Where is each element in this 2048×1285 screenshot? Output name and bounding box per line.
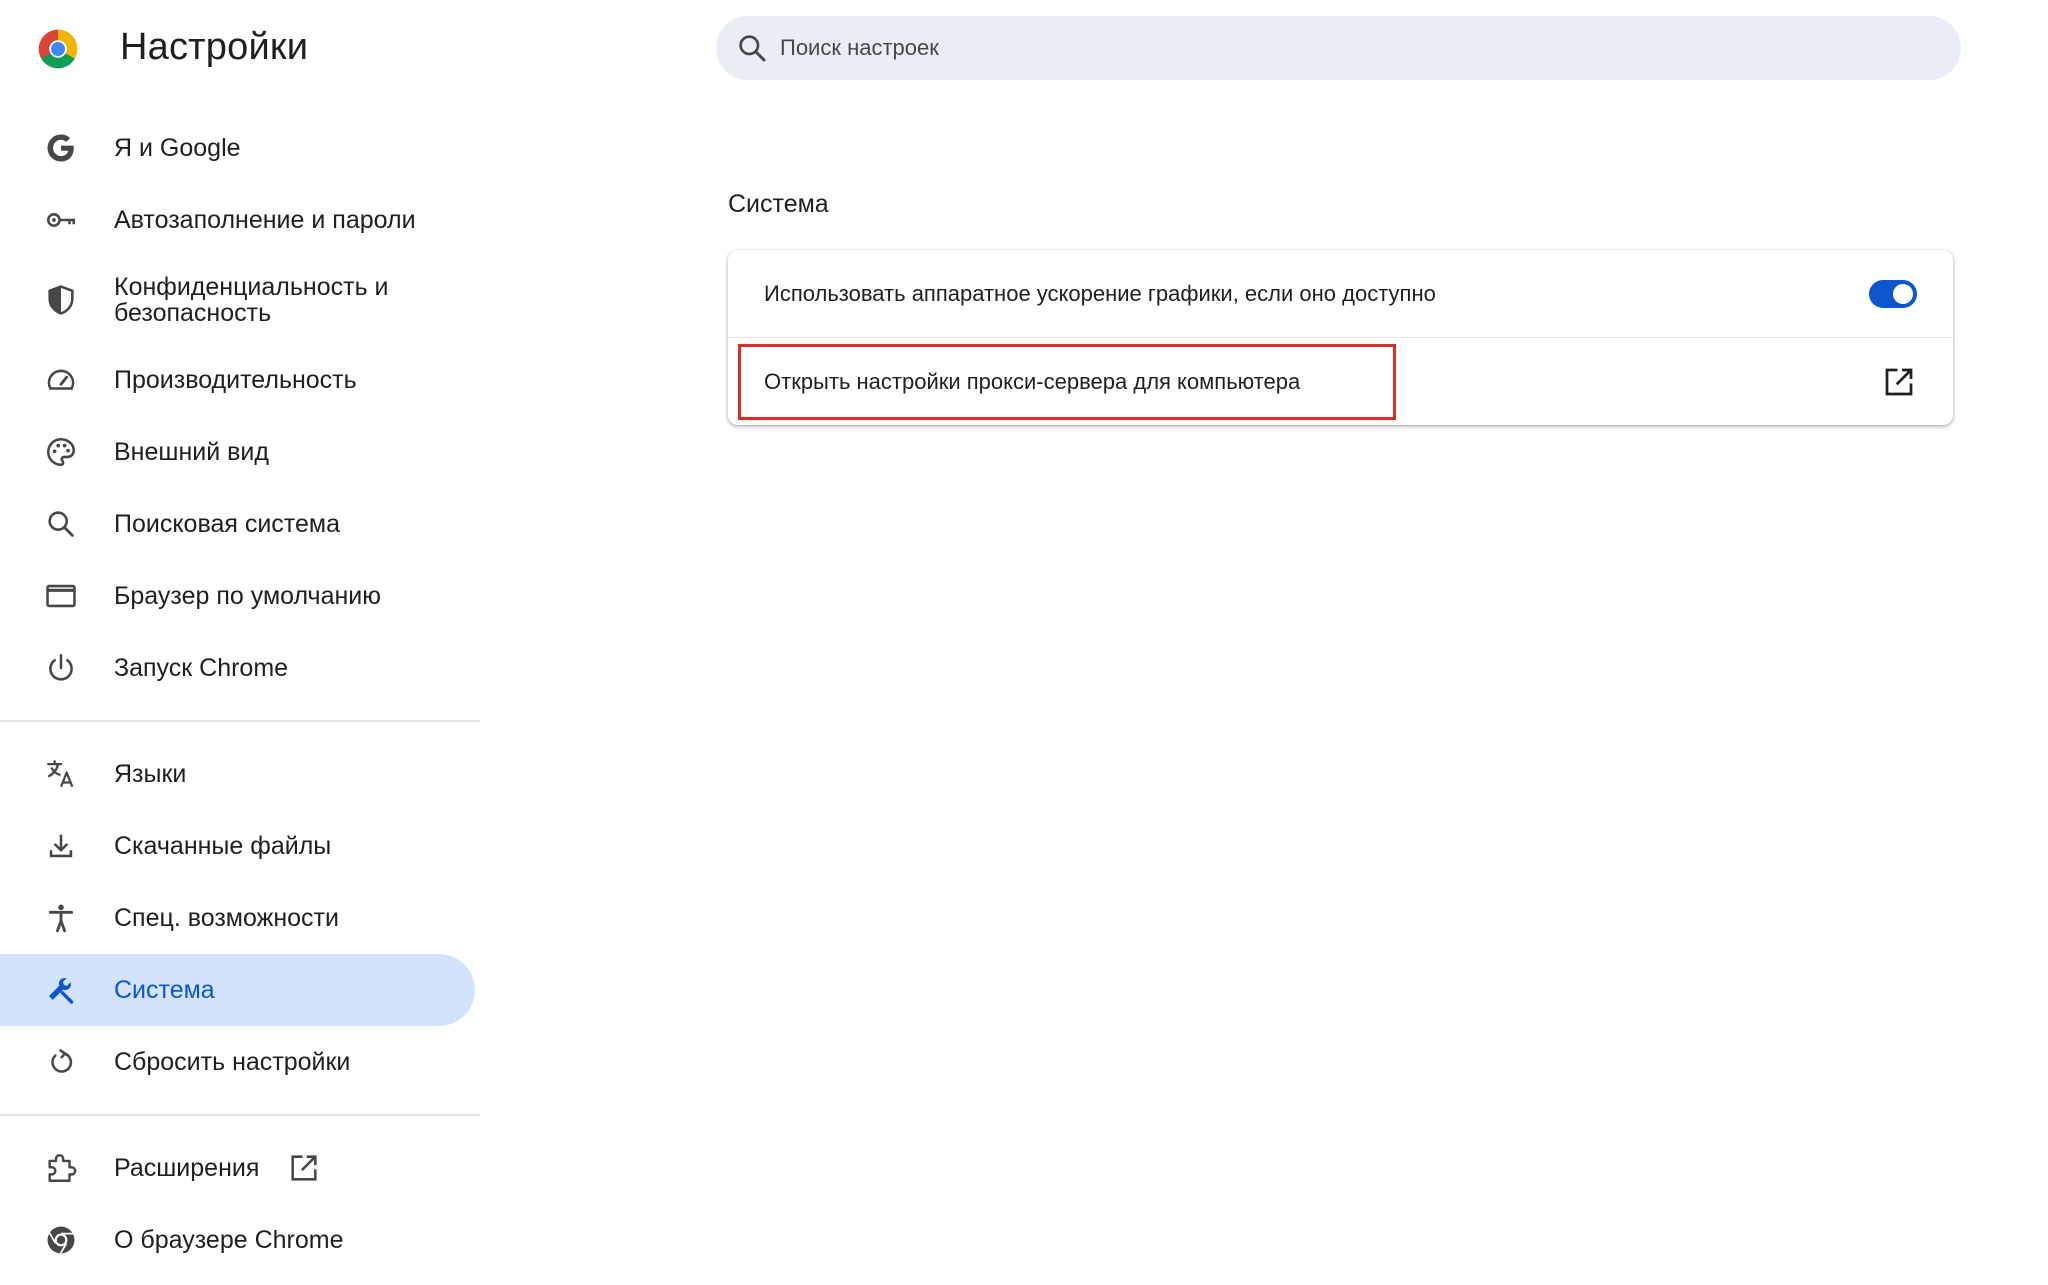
sidebar-item-label: Производительность [114,366,357,394]
power-icon [42,649,80,687]
settings-page: Настройки Я и Google Автозаполнение и па… [0,0,2048,1285]
hardware-acceleration-toggle[interactable] [1869,279,1917,308]
hardware-acceleration-row[interactable]: Использовать аппаратное ускорение график… [728,250,1953,337]
app-title: Настройки [120,26,309,68]
open-external-icon[interactable] [1881,364,1917,400]
sidebar-item-languages[interactable]: Языки [0,738,480,810]
sidebar-item-autofill[interactable]: Автозаполнение и пароли [0,184,480,256]
sidebar-item-you-and-google[interactable]: Я и Google [0,112,480,184]
sidebar-item-label: Конфиденциальность и безопасность [114,273,389,327]
sidebar-item-label: Спец. возможности [114,904,339,932]
hardware-acceleration-label: Использовать аппаратное ускорение график… [764,280,1436,306]
puzzle-icon [42,1149,80,1187]
sidebar-item-default-browser[interactable]: Браузер по умолчанию [0,560,480,632]
sidebar-item-label: Внешний вид [114,438,269,466]
sidebar-divider [0,1114,480,1116]
reset-icon [42,1043,80,1081]
sidebar-divider [0,720,480,722]
sidebar-item-reset[interactable]: Сбросить настройки [0,1026,480,1098]
open-external-icon [291,1155,317,1181]
sidebar-item-label: Автозаполнение и пароли [114,206,416,234]
sidebar-item-label: Расширения [114,1154,260,1182]
download-icon [42,827,80,865]
chrome-icon [42,1221,80,1259]
translate-icon [42,755,80,793]
search-icon [739,35,766,62]
sidebar-item-label: Браузер по умолчанию [114,582,382,610]
sidebar-item-label: О браузере Chrome [114,1226,344,1254]
sidebar-item-label: Сбросить настройки [114,1048,351,1076]
sidebar-item-extensions[interactable]: Расширения [0,1132,480,1204]
sidebar-item-appearance[interactable]: Внешний вид [0,416,480,488]
key-icon [42,201,80,239]
browser-window-icon [42,577,80,615]
palette-icon [42,433,80,471]
sidebar-item-accessibility[interactable]: Спец. возможности [0,882,480,954]
sidebar-item-downloads[interactable]: Скачанные файлы [0,810,480,882]
toggle-knob [1893,283,1913,304]
sidebar-item-label: Языки [114,760,187,788]
accessibility-icon [42,899,80,937]
speedometer-icon [42,361,80,399]
system-settings-card: Использовать аппаратное ускорение график… [728,250,1953,425]
sidebar-item-label: Система [114,976,215,1004]
search-icon [42,505,80,543]
search-input[interactable] [780,28,1880,68]
wrench-icon [42,971,80,1009]
sidebar-item-performance[interactable]: Производительность [0,344,480,416]
search-bar[interactable] [716,16,1961,80]
sidebar-item-label: Запуск Chrome [114,654,289,682]
section-title: Система [728,190,829,218]
sidebar-item-on-startup[interactable]: Запуск Chrome [0,632,480,704]
sidebar-item-label: Поисковая система [114,510,340,538]
sidebar-nav: Я и Google Автозаполнение и пароли Конфи… [0,112,480,1276]
proxy-settings-label: Открыть настройки прокси-сервера для ком… [764,368,1301,394]
google-g-icon [42,129,80,167]
sidebar-item-search-engine[interactable]: Поисковая система [0,488,480,560]
proxy-settings-row[interactable]: Открыть настройки прокси-сервера для ком… [728,337,1953,425]
chrome-logo-icon [38,29,78,69]
sidebar-item-about-chrome[interactable]: О браузере Chrome [0,1204,480,1276]
sidebar-item-label: Скачанные файлы [114,832,332,860]
sidebar-item-system[interactable]: Система [0,954,475,1026]
shield-icon [42,281,80,319]
sidebar-item-label: Я и Google [114,134,241,162]
sidebar-item-privacy[interactable]: Конфиденциальность и безопасность [0,256,480,344]
